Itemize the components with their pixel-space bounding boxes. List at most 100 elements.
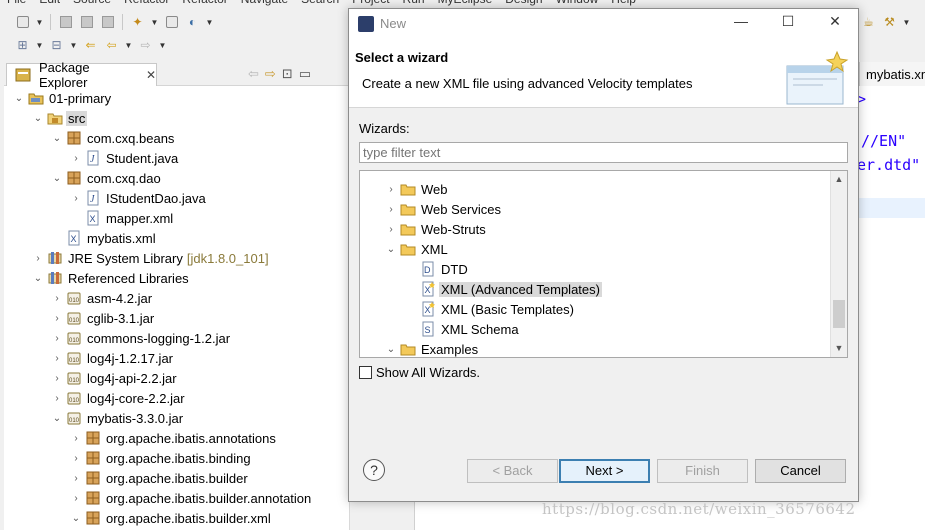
minimize-icon[interactable]: ▭ [299,66,311,82]
scroll-down-icon[interactable]: ▼ [831,340,847,357]
close-icon[interactable]: ✕ [820,13,850,33]
tree-item[interactable]: › 010 log4j-core-2.2.jar [50,388,187,408]
chevron-right-icon[interactable]: › [31,253,45,264]
scroll-up-icon[interactable]: ▲ [831,171,847,188]
tree-item[interactable]: ⌄ src [31,108,88,128]
wizard-tree-item[interactable]: ⌄ XML [384,239,450,259]
chevron-down-icon[interactable]: ▼ [158,37,167,53]
chevron-right-icon[interactable]: › [384,204,398,215]
menu-item[interactable]: Refactor [182,0,227,6]
last-edit-icon[interactable]: ⇐ [82,37,99,53]
tree-item[interactable]: ⌄ 01-primary [12,88,113,108]
wizard-tree-item[interactable]: › Web Services [384,199,503,219]
tree-item[interactable]: ⌄ com.cxq.beans [50,128,176,148]
menu-item[interactable]: Design [505,0,542,6]
menu-item[interactable]: Refactor [124,0,169,6]
wizard-tree-item[interactable]: S XML Schema [404,319,521,339]
tree-item[interactable]: › org.apache.ibatis.binding [69,448,253,468]
chevron-down-icon[interactable]: ▼ [902,14,911,30]
chevron-down-icon[interactable]: ⌄ [31,273,45,284]
chevron-right-icon[interactable]: › [69,453,83,464]
chevron-right-icon[interactable]: › [50,333,64,344]
chevron-right-icon[interactable]: › [69,473,83,484]
tree-item[interactable]: ⌄ 010 mybatis-3.3.0.jar [50,408,185,428]
next-button[interactable]: Next > [559,459,650,483]
menu-item[interactable]: Project [352,0,389,6]
forward-arrow-icon[interactable]: ⇨ [137,37,154,53]
print-icon[interactable] [99,14,116,30]
tab-mybatis-xml[interactable]: mybatis.xm [859,62,925,86]
vertical-scrollbar[interactable]: ▲ ▼ [830,171,847,357]
binary-icon[interactable] [163,14,180,30]
wizard-tree-item[interactable]: › Web [384,179,450,199]
chevron-right-icon[interactable]: › [50,313,64,324]
tree-item[interactable]: ⌄ org.apache.ibatis.builder.xml [69,508,273,528]
chevron-right-icon[interactable]: › [69,493,83,504]
chevron-down-icon[interactable]: ▼ [35,14,44,30]
chevron-right-icon[interactable]: › [69,193,83,204]
menu-item[interactable]: Search [301,0,339,6]
chevron-right-icon[interactable]: › [384,224,398,235]
plugin-icon[interactable]: ☕ [860,14,877,30]
wizard-tree-item[interactable]: D DTD [404,259,470,279]
tree-item[interactable]: › 010 log4j-1.2.17.jar [50,348,175,368]
tree-item[interactable]: › 010 commons-logging-1.2.jar [50,328,232,348]
chevron-down-icon[interactable]: ▼ [35,37,44,53]
chevron-right-icon[interactable]: › [50,373,64,384]
menu-item[interactable]: Run [403,0,425,6]
chevron-down-icon[interactable]: ▼ [69,37,78,53]
menu-item[interactable]: Help [611,0,636,6]
forward-arrow-icon[interactable]: ⇨ [265,66,276,82]
tree-item[interactable]: › 010 asm-4.2.jar [50,288,154,308]
chevron-down-icon[interactable]: ⌄ [31,113,45,124]
chevron-right-icon[interactable]: › [69,153,83,164]
back-arrow-icon[interactable]: ⇦ [103,37,120,53]
wizard-tree-item[interactable]: X XML (Basic Templates) [404,299,576,319]
chevron-right-icon[interactable]: › [384,184,398,195]
minimize-icon[interactable]: — [726,13,756,33]
chevron-right-icon[interactable]: › [50,293,64,304]
menu-item[interactable]: MyEclipse [438,0,493,6]
chevron-down-icon[interactable]: ⌄ [50,413,64,424]
finish-button[interactable]: Finish [657,459,748,483]
chevron-down-icon[interactable]: ▼ [124,37,133,53]
menu-item[interactable]: Source [73,0,111,6]
tree-item[interactable]: › J IStudentDao.java [69,188,208,208]
show-all-wizards[interactable]: Show All Wizards. [359,365,480,380]
wizard-filter-input[interactable] [359,142,848,163]
tree-item[interactable]: › 010 log4j-api-2.2.jar [50,368,179,388]
wizard-tree-item[interactable]: › Web-Struts [384,219,488,239]
cancel-button[interactable]: Cancel [755,459,846,483]
close-icon[interactable]: ✕ [146,68,156,82]
tree-item[interactable]: › org.apache.ibatis.annotations [69,428,278,448]
wrench-icon[interactable]: ⚒ [881,14,898,30]
chevron-down-icon[interactable]: ⌄ [384,344,398,355]
tree-item[interactable]: › 010 cglib-3.1.jar [50,308,156,328]
save-icon[interactable] [57,14,74,30]
chevron-down-icon[interactable]: ⌄ [384,244,398,255]
chevron-right-icon[interactable]: › [69,433,83,444]
scrollbar-thumb[interactable] [833,300,845,328]
back-button[interactable]: < Back [467,459,558,483]
new-file-icon[interactable] [14,14,31,30]
new-wizard-icon[interactable]: ✦ [129,14,146,30]
tree-item[interactable]: Xmapper.xml [69,208,175,228]
collapse-all-icon[interactable]: ⊡ [282,66,293,82]
chevron-down-icon[interactable]: ⌄ [50,133,64,144]
menu-item[interactable]: Edit [39,0,60,6]
show-all-checkbox[interactable] [359,366,372,379]
tree-item[interactable]: Xmybatis.xml [50,228,158,248]
run-icon[interactable]: ◐ [184,14,201,30]
menu-item[interactable]: Window [556,0,599,6]
maximize-icon[interactable]: ☐ [773,13,803,33]
toggle-mark-icon[interactable]: ⊞ [14,37,31,53]
chevron-down-icon[interactable]: ⌄ [12,93,26,104]
menu-item[interactable]: File [7,0,26,6]
tree-item[interactable]: ⌄ com.cxq.dao [50,168,163,188]
chevron-right-icon[interactable]: › [50,393,64,404]
chevron-down-icon[interactable]: ⌄ [69,513,83,524]
save-all-icon[interactable] [78,14,95,30]
wizard-tree-item[interactable]: X XML (Advanced Templates) [404,279,602,299]
back-arrow-icon[interactable]: ⇦ [248,66,259,82]
annotation-icon[interactable]: ⊟ [48,37,65,53]
